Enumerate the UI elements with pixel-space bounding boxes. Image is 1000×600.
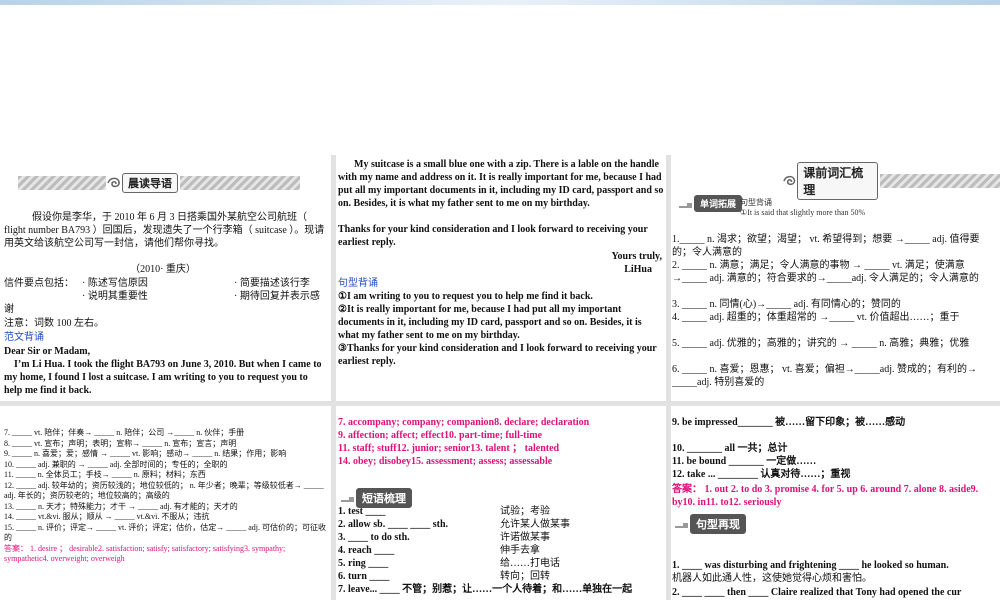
phrase-cn-column: 试验；考验 允许某人做某事 许诺做某事 伸手去拿 给……打电话 转向；回转	[500, 505, 660, 583]
sentence-section-title: 句型再现	[690, 514, 746, 534]
vocab-title: 课前词汇梳理	[797, 162, 878, 200]
sentence-2: 2. ____ ____ then ____ Claire realized t…	[672, 587, 962, 598]
phrase-en: 3. ____ to do sth.	[338, 532, 410, 543]
phrase-10: 10. _______ all 一共；总计	[672, 443, 788, 454]
panel-vocabulary-continued: 7. _____ vt. 陪伴；伴奏→ _____ n. 陪伴；公司 →____…	[0, 406, 331, 600]
phrase-11: 11. be bound _______ 一定做……	[672, 456, 817, 467]
vocab-item: 11. _____ n. 全体员工；手枝→ _____ n. 原料；材料；东西	[4, 470, 206, 479]
letter-paragraph: My suitcase is a small blue one with a z…	[338, 159, 664, 209]
pattern-sentence-3: ③Thanks for your kind consideration and …	[338, 343, 657, 367]
letter-closing-paragraph: Thanks for your kind consideration and I…	[338, 224, 648, 248]
point-1: · 陈述写信原因	[82, 278, 148, 289]
phrase-cn: 试验；考验	[500, 506, 550, 517]
panel-vocabulary: 课前词汇梳理 单词拓展 句型背诵 ①It is said that slight…	[670, 155, 1000, 401]
phrase-cn: 许诺做某事	[500, 532, 550, 543]
vocab-item: 3. _____ n. 同情(心)→_____ adj. 有同情心的；赞同的	[672, 299, 901, 310]
panel-divider	[666, 155, 671, 600]
answer-line: 11. staff; stuff12. junior; senior13. ta…	[338, 443, 560, 454]
top-accent-bar	[0, 0, 1000, 5]
answers-line: 答案： 1. out 2. to do 3. promise 4. for 5.…	[672, 484, 979, 508]
answers-block: 7. accompany; company; companion8. decla…	[338, 416, 664, 468]
vocab-item: 5. _____ adj. 优雅的；高雅的；讲究的 → _____ n. 高雅；…	[672, 338, 970, 349]
vocab-item: 13. _____ n. 天才；特殊能力；才干 → _____ adj. 有才能…	[4, 501, 238, 511]
tag-label: 单词拓展	[694, 195, 743, 212]
vocab-item: 10. _____ adj. 兼职的 → _____ adj. 全部时间的；专任…	[4, 459, 228, 469]
vocab-item: 4. _____ adj. 超重的；体重超常的 →_____ vt. 价值超出……	[672, 312, 960, 323]
vocab-banner: 课前词汇梳理	[782, 162, 1000, 200]
vocab-item: 15. _____ n. 评价；评定→ _____ vt. 评价；评定；估价，估…	[4, 522, 326, 543]
banner-stripe	[180, 176, 300, 190]
signature: LiHua	[624, 264, 652, 275]
phrase-12: 12. take ... ________ 认真对待……；重视	[672, 469, 851, 480]
phrase-cn: 允许某人做某事	[500, 519, 570, 530]
pattern-sentence-1: ①I am writing to you to request you to h…	[338, 291, 593, 302]
answer-line: 14. obey; disobey15. assessment; assess;…	[338, 456, 553, 467]
points-label: 信件要点包括：	[4, 278, 74, 289]
phrase-7: 7. leave... ____ 不管；别惹；让……一个人待着；和……单独在一起	[338, 584, 633, 595]
task-intro: 假设你是李华，于 2010 年 6 月 3 日搭乘国外某航空公司航班（ flig…	[4, 212, 325, 249]
vocab-item: 9. _____ n. 喜爱；爱；感情 → _____ vt. 影响；感动→ _…	[4, 449, 287, 458]
panel-phrases-sentences: 9. be impressed_______ 被……留下印象；被……感动 10.…	[670, 406, 1000, 600]
vocab-item: 7. _____ vt. 陪伴；伴奏→ _____ n. 陪伴；公司 →____…	[4, 428, 245, 437]
panel-divider	[0, 401, 1000, 406]
banner-stripe	[879, 174, 1000, 188]
panel-model-letter: My suitcase is a small blue one with a z…	[336, 155, 666, 401]
phrase-en: 6. turn ____	[338, 571, 390, 582]
phrase-9: 9. be impressed_______ 被……留下印象；被……感动	[672, 417, 906, 428]
vocab-item: 8. _____ vt. 宣布；声明；表明；宣称→ _____ n. 宣布；宣言…	[4, 438, 237, 448]
phrase-cn: 伸手去拿	[500, 545, 540, 556]
phrase-en-column: 1. test ____ 2. allow sb. ____ ____ sth.…	[338, 505, 508, 583]
phrase-en: 4. reach ____	[338, 545, 395, 556]
closing: Yours truly,	[611, 251, 662, 262]
vocab-item: 2. _____ n. 满意；满足；令人满意的事物 → _____ vt. 满足…	[672, 260, 979, 284]
answers-line: 答案： 1. desire ； desirable2. satisfaction…	[4, 543, 286, 564]
pattern-note-label: 句型背诵	[740, 198, 772, 207]
pattern-note-text: ①It is said that slightly more than 50%	[740, 208, 866, 217]
vocab-item: 12. _____ adj. 较年幼的；资历较浅的；地位较低的； n. 年少者；…	[4, 480, 324, 501]
answer-line: 7. accompany; company; companion8. decla…	[338, 417, 590, 428]
vocab-list: 7. _____ vt. 陪伴；伴奏→ _____ n. 陪伴；公司 →____…	[4, 428, 326, 565]
model-paragraph: I’m Li Hua. I took the flight BA793 on J…	[4, 359, 322, 396]
banner-stripe	[18, 176, 106, 190]
point-4: · 期待回复并表示感谢	[4, 291, 320, 315]
sentence-1-translation: 机器人如此通人性，这使她觉得心烦和害怕。	[672, 573, 872, 584]
phrase-cn: 转向；回转	[500, 571, 550, 582]
answer-line: 9. affection; affect; effect10. part-tim…	[338, 430, 543, 441]
salutation: Dear Sir or Madam,	[4, 346, 91, 357]
panel-divider	[331, 155, 336, 600]
banner-label: 晨读导语	[122, 173, 178, 193]
swirl-icon	[107, 177, 120, 188]
vocab-item: 6. _____ n. 喜爱；恩惠； vt. 喜爱；偏袒→_____adj. 赞…	[672, 364, 977, 388]
panel-morning-reading: 晨读导语 假设你是李华，于 2010 年 6 月 3 日搭乘国外某航空公司航班（…	[0, 155, 331, 401]
hand-pointer-icon	[675, 523, 688, 528]
phrase-cn: 给……打电话	[500, 558, 560, 569]
word-expansion-tag: 单词拓展	[678, 195, 743, 212]
phrase-en: 5. ring ____	[338, 558, 389, 569]
swirl-icon	[783, 175, 796, 186]
sentence-1: 1. ____ was disturbing and frightening _…	[672, 560, 949, 571]
section-banner: 晨读导语	[18, 173, 300, 193]
hand-pointer-icon	[341, 497, 354, 502]
panel-phrases: 7. accompany; company; companion8. decla…	[336, 406, 666, 600]
source-label: （2010· 重庆）	[130, 264, 196, 275]
hand-pointer-icon	[679, 202, 692, 208]
pattern-title: 句型背诵	[338, 278, 378, 289]
point-2: · 简要描述该行李	[234, 278, 310, 289]
phrase-en: 2. allow sb. ____ ____ sth.	[338, 519, 449, 530]
vocab-item: 14. _____ vt.&vi. 服从；顺从 → _____ vt.&vi. …	[4, 512, 210, 521]
vocab-item: 1._____ n. 渴求；欲望；渴望； vt. 希望得到；想要 →_____ …	[672, 234, 980, 258]
pattern-sentence-2: ②It is really important for me, because …	[338, 304, 642, 341]
word-count-note: 注意：词数 100 左右。	[4, 318, 104, 329]
phrase-en: 1. test ____	[338, 506, 386, 517]
sentence-banner: 句型再现	[674, 514, 746, 534]
model-title: 范文背诵	[4, 332, 44, 343]
